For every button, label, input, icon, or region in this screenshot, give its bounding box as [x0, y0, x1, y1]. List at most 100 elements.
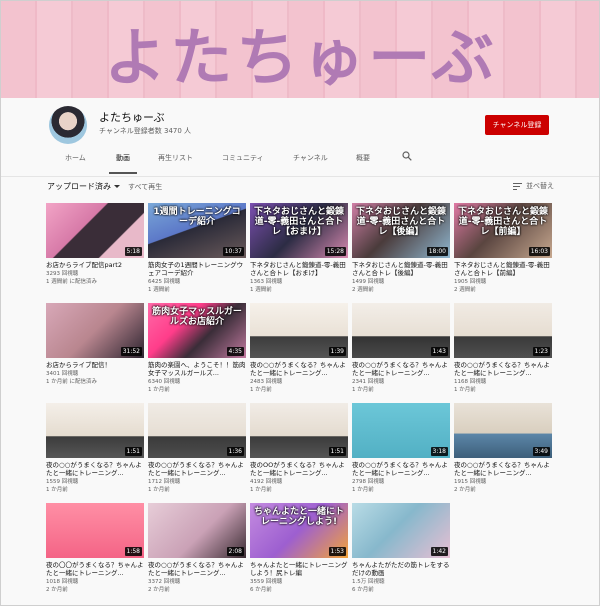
thumbnail-caption: 下ネタおじさんと鍛錬道-零-義田さんと合トレ【おまけ】: [253, 207, 344, 237]
channel-page: よたちゅーぶ よたちゅーぶ チャンネル登録者数 3470 人 チャンネル登録 ホ…: [0, 0, 600, 606]
video-card[interactable]: 1:39 夜の○○がうまくなる？ちゃんよたと一緒にトレーニング... 2483 回視…: [250, 303, 348, 399]
duration-badge: 1:36: [226, 447, 244, 456]
video-title[interactable]: 夜の○○がうまくなる？ちゃんよたと一緒にトレーニング...: [454, 361, 552, 377]
video-title[interactable]: 下ネタおじさんと鍛錬道-零-義田さんと合トレ【後編】: [352, 261, 450, 277]
upload-filter-label: アップロード済み: [47, 182, 111, 191]
video-card[interactable]: 1:51 夜の○○がうまくなる？ちゃんよたと一緒にトレーニング... 1559 回視…: [46, 403, 144, 499]
video-card[interactable]: 下ネタおじさんと鍛錬道-零-義田さんと合トレ【前編】 16:03 下ネタおじさんと鍛…: [454, 203, 552, 299]
caret-down-icon: [114, 185, 120, 188]
video-card[interactable]: 31:52 お店からライブ配信！ 3401 回視聴 1 か月前 に配信済み: [46, 303, 144, 399]
video-thumbnail[interactable]: 下ネタおじさんと鍛錬道-零-義田さんと合トレ【おまけ】 15:28: [250, 203, 348, 258]
video-card[interactable]: 1:58 夜の〇〇がうまくなる？ちゃんよたと一緒にトレーニング... 1018 回視…: [46, 503, 144, 599]
avatar[interactable]: [49, 106, 87, 144]
duration-badge: 1:51: [328, 447, 346, 456]
video-thumbnail[interactable]: 1:43: [352, 303, 450, 358]
video-title[interactable]: 夜の○○がうまくなる？ちゃんよたと一緒にトレーニング...: [352, 461, 450, 477]
video-title[interactable]: 下ネタおじさんと鍛錬道-零-義田さんと合トレ【おまけ】: [250, 261, 348, 277]
video-thumbnail[interactable]: 筋肉女子マッスルガールズお店紹介 4:35: [148, 303, 246, 358]
video-thumbnail[interactable]: 1:51: [46, 403, 144, 458]
tab-channels[interactable]: チャンネル: [293, 153, 328, 163]
video-thumbnail[interactable]: 31:52: [46, 303, 144, 358]
duration-badge: 1:53: [328, 547, 346, 556]
video-title[interactable]: 夜の○○がうまくなる？ちゃんよたと一緒にトレーニング...: [148, 461, 246, 477]
video-card[interactable]: ちゃんよたと一緒にトレーニングしよう! 1:53 ちゃんよたと一緒にトレーニングしよ…: [250, 503, 348, 599]
view-count: 1905 回視聴: [454, 279, 487, 285]
video-thumbnail[interactable]: 1:51: [250, 403, 348, 458]
upload-age: 2 か月前: [46, 587, 68, 593]
upload-filter-dropdown[interactable]: アップロード済み: [47, 181, 120, 192]
video-card[interactable]: 下ネタおじさんと鍛錬道-零-義田さんと合トレ【後編】 18:00 下ネタおじさんと鍛…: [352, 203, 450, 299]
video-title[interactable]: ちゃんよたがただの筋トレをするだけの動画: [352, 561, 450, 577]
video-card[interactable]: 1週間トレーニングコーデ紹介 10:37 筋肉女子の1週間トレーニングウェアコーデ紹…: [148, 203, 246, 299]
tab-playlists[interactable]: 再生リスト: [158, 153, 193, 163]
duration-badge: 15:28: [324, 247, 346, 256]
sort-button[interactable]: 並べ替え: [513, 181, 554, 191]
video-card[interactable]: 2:08 夜の○○がうまくなる？ちゃんよたと一緒にトレーニング... 3372 回視…: [148, 503, 246, 599]
video-title[interactable]: 夜の○○がうまくなる？ちゃんよたと一緒にトレーニング...: [454, 461, 552, 477]
upload-age: 2 週間前: [352, 287, 374, 293]
video-thumbnail[interactable]: ちゃんよたと一緒にトレーニングしよう! 1:53: [250, 503, 348, 558]
video-card[interactable]: 1:42 ちゃんよたがただの筋トレをするだけの動画 1.5万 回視聴 6 か月前: [352, 503, 450, 599]
duration-badge: 16:03: [528, 247, 550, 256]
video-thumbnail[interactable]: 1週間トレーニングコーデ紹介 10:37: [148, 203, 246, 258]
thumbnail-caption: 下ネタおじさんと鍛錬道-零-義田さんと合トレ【前編】: [457, 207, 548, 237]
video-card[interactable]: 3:49 夜の○○がうまくなる？ちゃんよたと一緒にトレーニング... 1915 回視…: [454, 403, 552, 499]
tab-videos[interactable]: 動画: [116, 153, 130, 163]
upload-age: 2 か月前: [148, 587, 170, 593]
video-card[interactable]: 5:18 お店からライブ配信part2 3293 回視聴 1 週間前 に配信済み: [46, 203, 144, 299]
upload-age: 1 か月前: [250, 387, 272, 393]
tab-home[interactable]: ホーム: [65, 153, 86, 163]
video-thumbnail[interactable]: 下ネタおじさんと鍛錬道-零-義田さんと合トレ【後編】 18:00: [352, 203, 450, 258]
video-thumbnail[interactable]: 1:58: [46, 503, 144, 558]
duration-badge: 31:52: [120, 347, 142, 356]
video-card[interactable]: 下ネタおじさんと鍛錬道-零-義田さんと合トレ【おまけ】 15:28 下ネタおじさんと…: [250, 203, 348, 299]
video-title[interactable]: お店からライブ配信！: [46, 361, 144, 369]
upload-age: 1 か月前: [250, 487, 272, 493]
video-thumbnail[interactable]: 1:39: [250, 303, 348, 358]
video-card[interactable]: 1:51 夜のOOがうまくなる？ちゃんよたと一緒にトレーニング... 4192 回視…: [250, 403, 348, 499]
video-title[interactable]: 下ネタおじさんと鍛錬道-零-義田さんと合トレ【前編】: [454, 261, 552, 277]
video-title[interactable]: 夜の〇〇がうまくなる？ちゃんよたと一緒にトレーニング...: [46, 561, 144, 577]
video-card[interactable]: 1:36 夜の○○がうまくなる？ちゃんよたと一緒にトレーニング... 1712 回視…: [148, 403, 246, 499]
search-icon[interactable]: [402, 151, 412, 161]
tab-community[interactable]: コミュニティ: [222, 153, 264, 163]
sort-icon: [513, 182, 522, 190]
tab-about[interactable]: 概要: [356, 153, 370, 163]
thumbnail-caption: ちゃんよたと一緒にトレーニングしよう!: [253, 507, 344, 527]
video-card[interactable]: 3:18 夜の○○がうまくなる？ちゃんよたと一緒にトレーニング... 2798 回視…: [352, 403, 450, 499]
subscribe-button[interactable]: チャンネル登録: [485, 115, 549, 135]
upload-age: 6 か月前: [250, 587, 272, 593]
video-title[interactable]: 夜の○○がうまくなる？ちゃんよたと一緒にトレーニング...: [148, 561, 246, 577]
banner-title: よたちゅーぶ: [104, 21, 498, 94]
channel-header: よたちゅーぶ チャンネル登録者数 3470 人 チャンネル登録 ホーム 動画 再…: [1, 98, 599, 176]
view-count: 6340 回視聴: [148, 379, 181, 385]
video-title[interactable]: 夜の○○がうまくなる？ちゃんよたと一緒にトレーニング...: [352, 361, 450, 377]
video-card[interactable]: 1:43 夜の○○がうまくなる？ちゃんよたと一緒にトレーニング... 2341 回視…: [352, 303, 450, 399]
video-title[interactable]: お店からライブ配信part2: [46, 261, 144, 269]
channel-name: よたちゅーぶ: [99, 111, 165, 124]
play-all-link[interactable]: すべて再生: [128, 182, 162, 192]
video-thumbnail[interactable]: 2:08: [148, 503, 246, 558]
video-thumbnail[interactable]: 3:18: [352, 403, 450, 458]
upload-age: 1 か月前: [454, 387, 476, 393]
duration-badge: 18:00: [426, 247, 448, 256]
video-thumbnail[interactable]: 1:23: [454, 303, 552, 358]
duration-badge: 1:23: [532, 347, 550, 356]
upload-age: 2 か月前: [454, 487, 476, 493]
video-card[interactable]: 1:23 夜の○○がうまくなる？ちゃんよたと一緒にトレーニング... 1168 回視…: [454, 303, 552, 399]
video-title[interactable]: 夜の○○がうまくなる？ちゃんよたと一緒にトレーニング...: [46, 461, 144, 477]
video-thumbnail[interactable]: 1:36: [148, 403, 246, 458]
duration-badge: 1:43: [430, 347, 448, 356]
video-thumbnail[interactable]: 下ネタおじさんと鍛錬道-零-義田さんと合トレ【前編】 16:03: [454, 203, 552, 258]
video-thumbnail[interactable]: 1:42: [352, 503, 450, 558]
video-title[interactable]: 夜の○○がうまくなる？ちゃんよたと一緒にトレーニング...: [250, 361, 348, 377]
video-card[interactable]: 筋肉女子マッスルガールズお店紹介 4:35 筋肉の楽園へ、ようこそ！！筋肉女子マッス…: [148, 303, 246, 399]
view-count: 1499 回視聴: [352, 279, 385, 285]
video-thumbnail[interactable]: 3:49: [454, 403, 552, 458]
video-title[interactable]: ちゃんよたと一緒にトレーニングしよう！尻トレ編: [250, 561, 348, 577]
video-title[interactable]: 夜のOOがうまくなる？ちゃんよたと一緒にトレーニング...: [250, 461, 348, 477]
video-title[interactable]: 筋肉女子の1週間トレーニングウェアコーデ紹介: [148, 261, 246, 277]
duration-badge: 3:49: [532, 447, 550, 456]
video-title[interactable]: 筋肉の楽園へ、ようこそ！！筋肉女子マッスルガールズ...: [148, 361, 246, 377]
video-thumbnail[interactable]: 5:18: [46, 203, 144, 258]
